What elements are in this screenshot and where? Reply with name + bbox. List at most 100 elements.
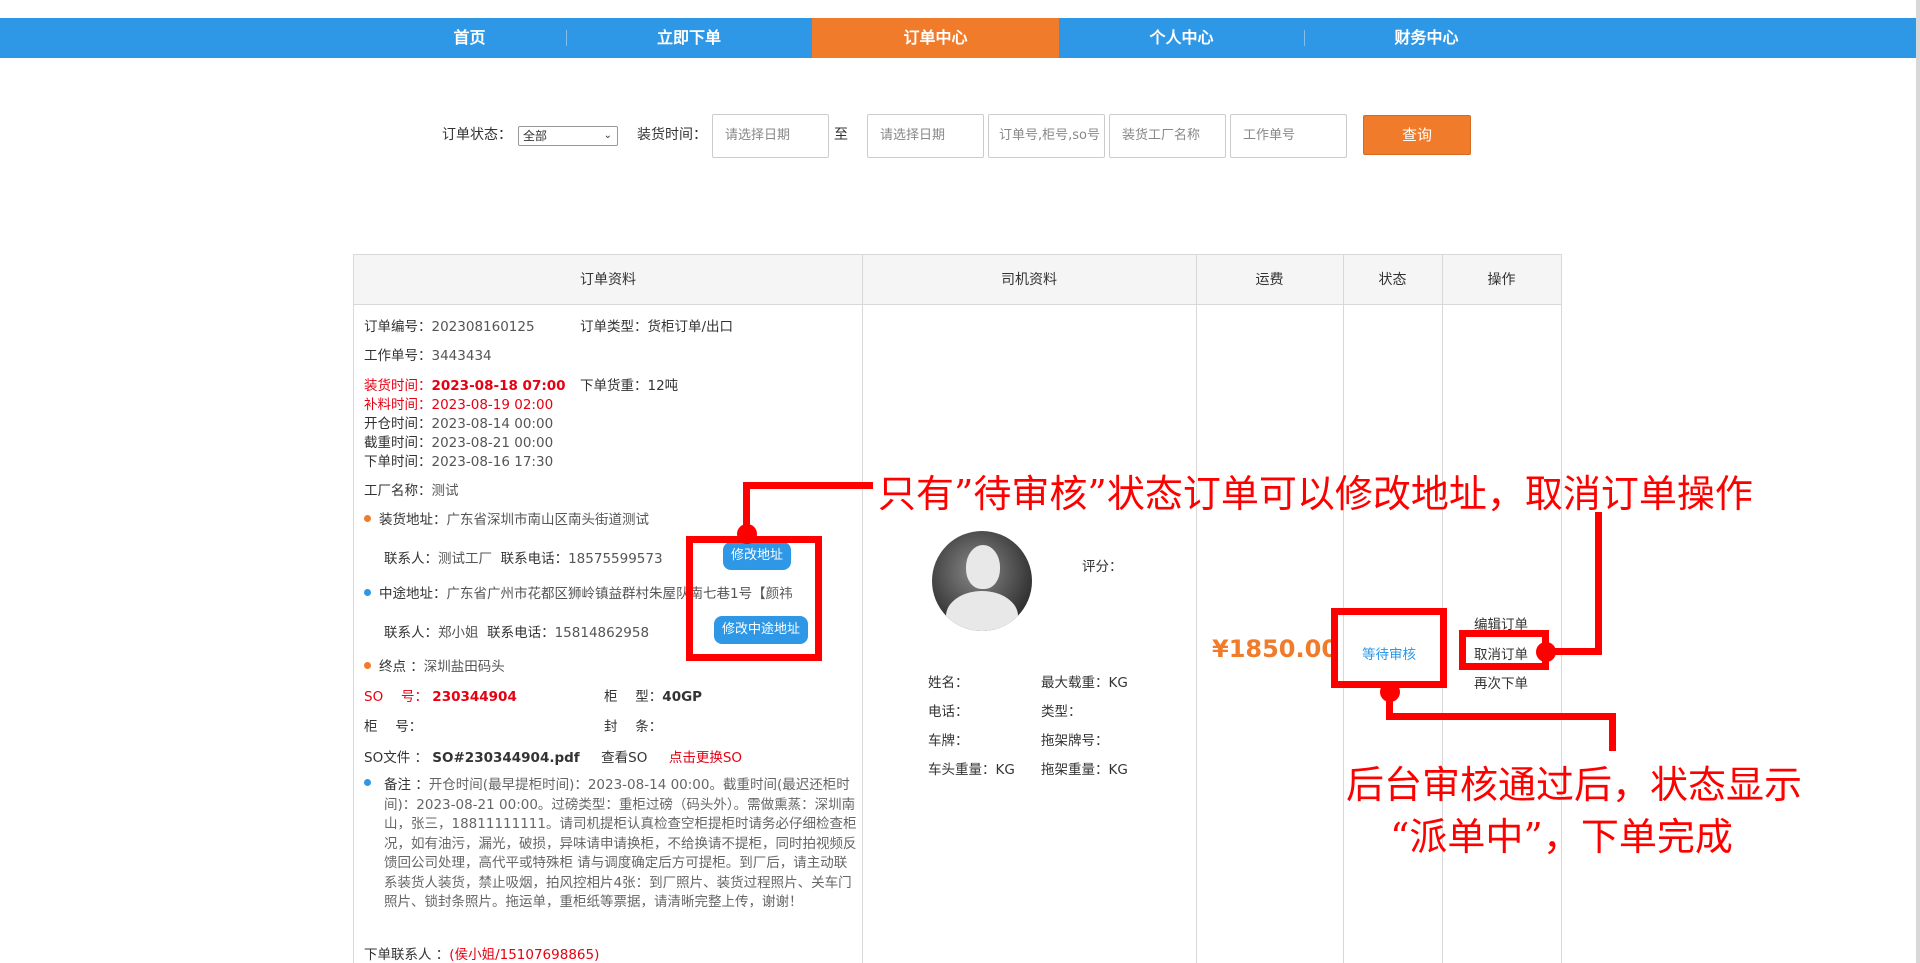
create-time-row: 下单时间：2023-08-16 17:30 (364, 450, 553, 470)
factory-value: 测试 (431, 483, 459, 499)
date-end-input[interactable]: 请选择日期 (867, 114, 984, 158)
work-no-input[interactable]: 工作单号 (1230, 114, 1347, 158)
driver-trailer-label: 拖架牌号： (1041, 733, 1109, 749)
driver-head-weight-label: 车头重量：KG (928, 762, 1015, 778)
container-type-label: 柜 型： (604, 689, 663, 705)
driver-rating-label: 评分： (1082, 559, 1123, 575)
container-no-row: 柜 号： (364, 715, 422, 735)
end-label: 终点 ： (379, 659, 424, 675)
weight-label: 下单货重： (580, 378, 648, 394)
container-no-label: 柜 号： (364, 719, 423, 735)
order-contact-row: 下单联系人 ：(侯小姐/15107698865) (364, 943, 599, 963)
avatar-head-shape (966, 545, 1000, 589)
end-row: 终点 ：深圳盐田码头 (364, 655, 505, 675)
mid-contact-row: 联系人：郑小姐 联系电话：15814862958 (384, 621, 649, 641)
order-no-value: 202308160125 (431, 319, 535, 335)
chevron-down-icon: ⌄ (603, 130, 612, 141)
factory-label: 工厂名称： (364, 483, 432, 499)
nav-item-order-center[interactable]: 订单中心 (812, 18, 1059, 58)
order-no-input[interactable]: 订单号,柜号,so号 (988, 114, 1105, 158)
blue-dot-icon (364, 778, 371, 786)
annotation-bottom-note-line1: 后台审核通过后，状态显示 (1346, 763, 1803, 807)
driver-phone-label: 电话： (928, 704, 969, 720)
view-so-link[interactable]: 查看SO (601, 750, 647, 766)
status-select-value: 全部 (523, 129, 548, 143)
to-label: 至 (834, 127, 848, 143)
supplement-time-value: 2023-08-19 02:00 (431, 397, 554, 413)
load-time-label: 装货时间： (364, 378, 432, 394)
phone-value: 18575599573 (568, 551, 663, 567)
remark-label: 备注 ： (384, 777, 429, 793)
work-no-row: 工作单号：3443434 (364, 344, 492, 364)
query-button[interactable]: 查询 (1363, 115, 1471, 155)
so-label: SO 号： (364, 689, 428, 705)
driver-name-label: 姓名： (928, 675, 969, 691)
contact-row: 联系人：测试工厂 联系电话：18575599573 (384, 547, 663, 567)
blue-dot-icon (364, 588, 371, 596)
status-label: 订单状态： (442, 127, 512, 143)
mid-address-label: 中途地址： (379, 586, 447, 602)
driver-plate-label: 车牌： (928, 733, 969, 749)
remark-block: 备注 ：开仓时间(最早提柜时间)：2023-08-14 00:00。截重时间(最… (384, 776, 859, 913)
so-file-row: SO文件 ： SO#230344904.pdf 查看SO 点击更换SO (364, 746, 742, 766)
driver-avatar (932, 531, 1032, 631)
weight-value: 12吨 (647, 378, 679, 394)
supplement-time-row: 补料时间：2023-08-19 02:00 (364, 393, 553, 413)
phone-label: 联系电话： (500, 551, 569, 567)
order-contact-value: (侯小姐/15107698865) (449, 947, 600, 963)
main-nav: 首页 立即下单 订单中心 个人中心 财务中心 (0, 18, 1916, 58)
order-no-row: 订单编号：202308160125 (364, 315, 535, 335)
load-time-row: 装货时间：2023-08-18 07:00 (364, 374, 566, 394)
column-divider (862, 255, 863, 963)
nav-item-personal-center[interactable]: 个人中心 (1059, 18, 1304, 58)
header-driver-info: 司机资料 (1001, 272, 1057, 288)
load-address-value: 广东省深圳市南山区南头街道测试 (446, 512, 650, 528)
so-value: 230344904 (432, 689, 517, 705)
factory-input[interactable]: 装货工厂名称 (1109, 114, 1226, 158)
annotation-dot (1380, 682, 1400, 702)
avatar-body-shape (946, 591, 1018, 631)
open-time-row: 开仓时间：2023-08-14 00:00 (364, 412, 553, 432)
nav-item-place-order[interactable]: 立即下单 (566, 18, 812, 58)
order-contact-label: 下单联系人 ： (364, 947, 450, 963)
logo-strip (0, 0, 1920, 18)
annotation-box-address-buttons (686, 536, 822, 661)
annotation-line (1595, 512, 1602, 655)
work-no-label: 工作单号： (364, 348, 432, 364)
container-type-value: 40GP (662, 689, 703, 705)
load-address-row: 装货地址：广东省深圳市南山区南头街道测试 (364, 508, 649, 528)
open-time-value: 2023-08-14 00:00 (431, 416, 554, 432)
annotation-top-note: 只有”待审核”状态订单可以修改地址，取消订单操作 (878, 472, 1753, 516)
annotation-bottom-note-line2: “派单中”，下单完成 (1390, 815, 1733, 859)
order-no-label: 订单编号： (364, 319, 432, 335)
seal-label: 封 条： (604, 719, 663, 735)
mid-contact-label: 联系人： (384, 625, 438, 641)
mid-phone-label: 联系电话： (487, 625, 555, 641)
load-time-value: 2023-08-18 07:00 (431, 378, 566, 394)
annotation-dot (1536, 642, 1556, 662)
so-file-label: SO文件 ： (364, 750, 428, 766)
annotation-box-status (1331, 608, 1447, 688)
status-select[interactable]: 全部 ⌄ (518, 126, 618, 146)
nav-item-home[interactable]: 首页 (377, 18, 562, 58)
nav-item-finance-center[interactable]: 财务中心 (1304, 18, 1549, 58)
cutoff-time-row: 截重时间：2023-08-21 00:00 (364, 431, 553, 451)
header-order-info: 订单资料 (580, 272, 636, 288)
header-actions: 操作 (1487, 272, 1516, 288)
column-divider (1196, 255, 1197, 963)
date-start-input[interactable]: 请选择日期 (712, 114, 829, 158)
create-time-label: 下单时间： (364, 454, 432, 470)
table-header: 订单资料 司机资料 运费 状态 操作 (354, 255, 1561, 305)
replace-so-link[interactable]: 点击更换SO (669, 750, 742, 766)
mid-phone-value: 15814862958 (554, 625, 650, 641)
supplement-time-label: 补料时间： (364, 397, 432, 413)
page: 首页 立即下单 订单中心 个人中心 财务中心 订单状态： 全部 ⌄ 装货时间： … (0, 0, 1920, 963)
reorder-button[interactable]: 再次下单 (1451, 672, 1551, 692)
create-time-value: 2023-08-16 17:30 (431, 454, 554, 470)
header-status: 状态 (1378, 272, 1407, 288)
annotation-dot (737, 524, 757, 544)
driver-trailer-weight-label: 拖架重量：KG (1041, 762, 1128, 778)
order-type-value: 货柜订单/出口 (647, 319, 734, 335)
header-freight: 运费 (1255, 272, 1284, 288)
work-no-value: 3443434 (431, 348, 492, 364)
